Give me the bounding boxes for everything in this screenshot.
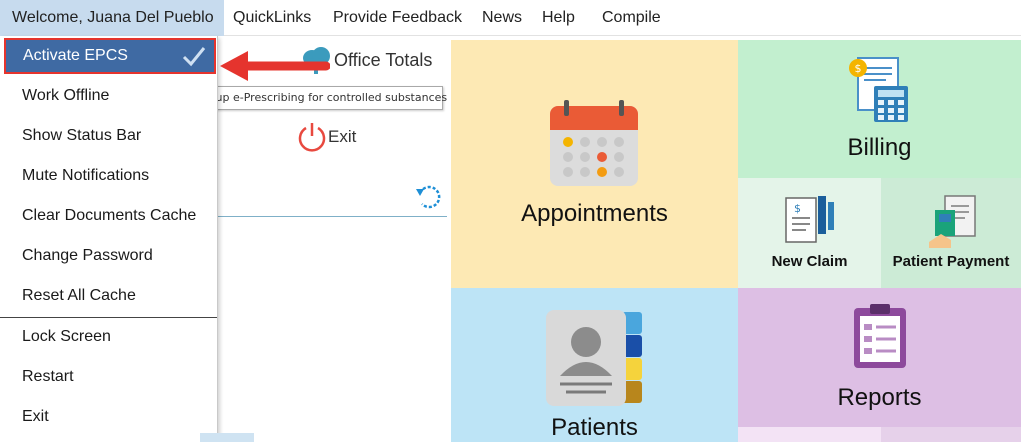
menu-item-exit[interactable]: Exit <box>0 397 217 437</box>
tile-partial[interactable] <box>881 427 1021 442</box>
menu-item-activate-epcs[interactable]: Activate EPCS <box>4 38 216 74</box>
menu-item-lock-screen[interactable]: Lock Screen <box>0 317 217 357</box>
reports-label: Reports <box>837 384 922 411</box>
billing-icon: $ <box>846 54 912 129</box>
clipboard-icon <box>850 302 910 375</box>
exit-link[interactable]: Exit <box>328 127 356 147</box>
menu-compile[interactable]: Compile <box>602 0 661 36</box>
patient-payment-icon <box>927 194 981 255</box>
patient-payment-label: Patient Payment <box>892 253 1010 270</box>
menu-item-change-password[interactable]: Change Password <box>0 236 217 276</box>
menu-item-mute-notifications[interactable]: Mute Notifications <box>0 156 217 196</box>
contact-book-icon <box>544 308 646 413</box>
patients-tile[interactable]: Patients <box>451 288 738 442</box>
appointments-label: Appointments <box>521 200 668 227</box>
menu-item-reset-all-cache[interactable]: Reset All Cache <box>0 276 217 316</box>
checkmark-icon <box>182 40 206 72</box>
welcome-menu[interactable]: Welcome, Juana Del Pueblo <box>0 0 224 36</box>
menu-item-label: Activate EPCS <box>23 47 128 64</box>
billing-label: Billing <box>847 134 912 161</box>
menu-news[interactable]: News <box>482 0 522 36</box>
new-claim-label: New Claim <box>771 253 848 270</box>
svg-text:$: $ <box>855 62 862 75</box>
menu-provide-feedback[interactable]: Provide Feedback <box>333 0 462 36</box>
reports-tile[interactable]: Reports <box>738 288 1021 427</box>
power-icon[interactable] <box>297 121 327 158</box>
new-claim-tile[interactable]: $ New Claim <box>738 178 881 288</box>
menu-help[interactable]: Help <box>542 0 575 36</box>
tile-partial[interactable] <box>738 427 881 442</box>
menu-item-work-offline[interactable]: Work Offline <box>0 76 217 116</box>
svg-text:$: $ <box>794 202 801 215</box>
background-element-partial <box>200 433 254 442</box>
calendar-icon <box>548 100 640 193</box>
epcs-tooltip: Set up e-Prescribing for controlled subs… <box>187 86 447 110</box>
patient-payment-tile[interactable]: Patient Payment <box>881 178 1021 288</box>
callout-arrow-icon <box>220 51 330 81</box>
new-claim-icon: $ <box>782 194 838 255</box>
appointments-tile[interactable]: Appointments <box>451 40 738 288</box>
menu-quicklinks[interactable]: QuickLinks <box>233 0 311 36</box>
patients-label: Patients <box>551 414 638 441</box>
billing-tile[interactable]: $ Billing <box>738 40 1021 178</box>
top-menu-bar: Welcome, Juana Del Pueblo QuickLinks Pro… <box>0 0 1021 36</box>
refresh-icon[interactable] <box>414 181 442 216</box>
sidebar-divider <box>218 216 447 217</box>
menu-item-show-status-bar[interactable]: Show Status Bar <box>0 116 217 156</box>
office-totals-link[interactable]: Office Totals <box>334 50 432 71</box>
welcome-dropdown-menu: Activate EPCS Work Offline Show Status B… <box>0 36 218 442</box>
menu-item-restart[interactable]: Restart <box>0 357 217 397</box>
menu-item-clear-documents-cache[interactable]: Clear Documents Cache <box>0 196 217 236</box>
